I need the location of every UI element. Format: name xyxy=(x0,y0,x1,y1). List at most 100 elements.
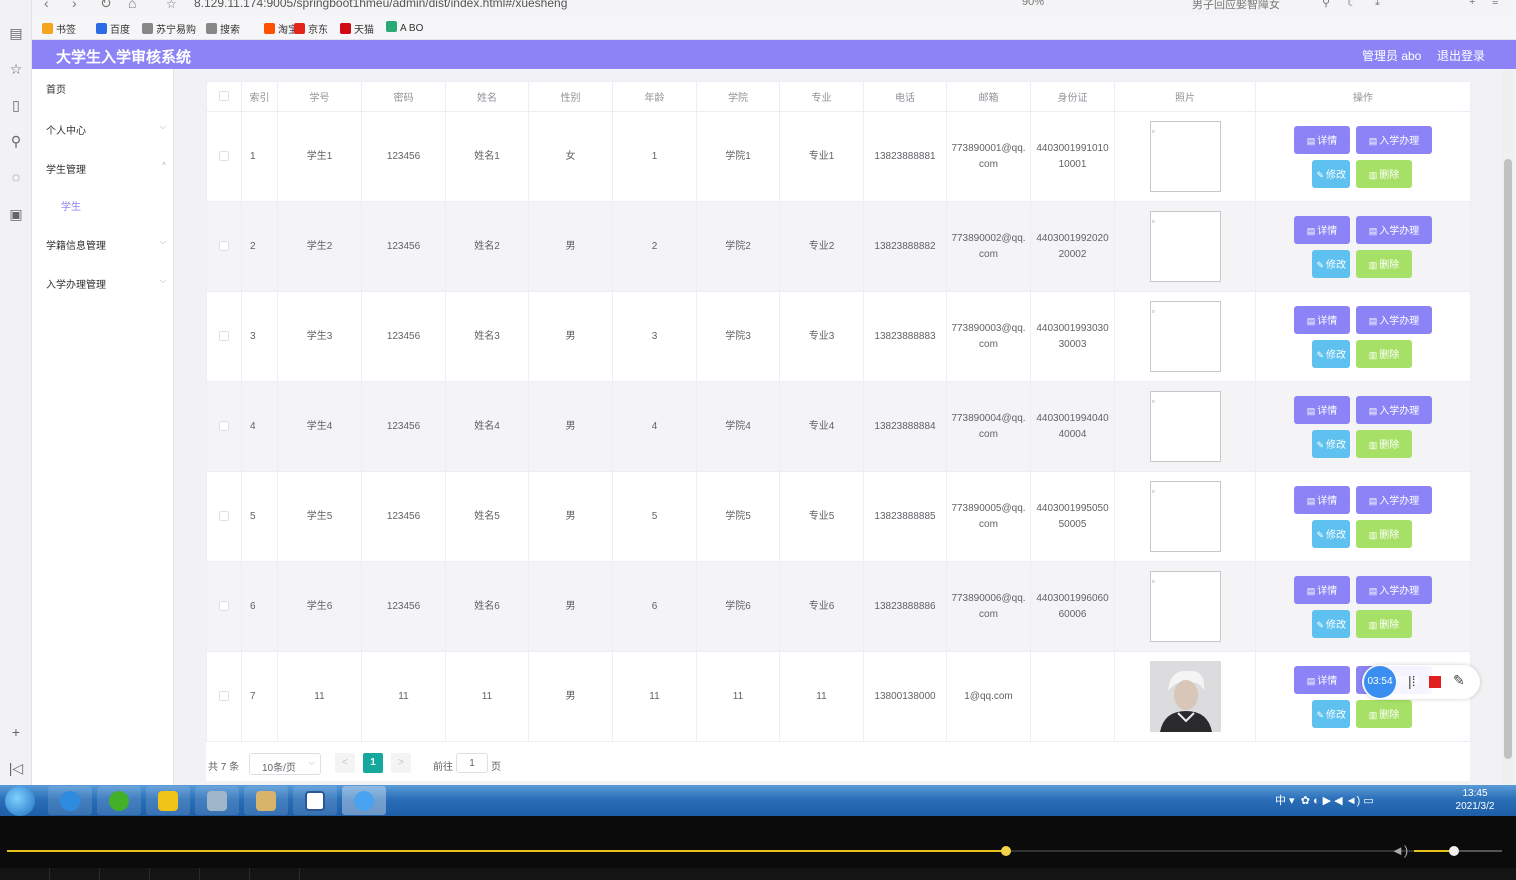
bookmark-item[interactable]: 苏宁易购 xyxy=(142,21,196,36)
ie-icon[interactable] xyxy=(48,786,92,815)
detail-button[interactable]: ▤ 详情 xyxy=(1294,305,1350,334)
clock[interactable]: 13:45 2021/3/2 xyxy=(1445,787,1505,813)
pause-icon[interactable]: |⁞ xyxy=(1408,673,1416,689)
row-checkbox[interactable] xyxy=(219,600,229,611)
pen-icon[interactable]: ✎ xyxy=(1453,672,1465,689)
bookmark-item[interactable]: 天猫 xyxy=(340,21,374,36)
row-checkbox[interactable] xyxy=(219,510,229,521)
edit-button[interactable]: ✎ 修改 xyxy=(1312,339,1350,368)
volume-handle[interactable] xyxy=(1448,846,1459,856)
favorites-star-icon[interactable]: ☆ xyxy=(7,60,25,78)
detail-button[interactable]: ▤ 详情 xyxy=(1294,575,1350,604)
admission-button[interactable]: ▤入学办理 xyxy=(1356,125,1432,154)
sidebar-item-student-management[interactable]: 学生管理 ^ xyxy=(46,161,166,176)
table-row[interactable]: 4 学生4 123456 姓名4 男 4 学院4 专业4 13823888884 77389000… xyxy=(206,381,1471,472)
row-checkbox[interactable] xyxy=(219,150,229,161)
recording-timer[interactable]: 03:54 xyxy=(1364,666,1396,698)
night-mode-icon[interactable]: ☾ xyxy=(1347,0,1357,9)
table-row[interactable]: 6 学生6 123456 姓名6 男 6 学院6 专业6 13823888886 77389000… xyxy=(206,561,1471,652)
bookmark-item[interactable]: 百度 xyxy=(96,21,130,36)
word-icon[interactable] xyxy=(293,786,337,815)
menu-icon[interactable]: ≡ xyxy=(1492,0,1498,8)
stop-icon[interactable] xyxy=(1429,676,1441,688)
edit-button[interactable]: ✎ 修改 xyxy=(1312,249,1350,278)
seek-bar[interactable] xyxy=(7,846,1502,856)
delete-button[interactable]: ▥ 删除 xyxy=(1356,249,1412,278)
admission-button[interactable]: ▤入学办理 xyxy=(1356,395,1432,424)
edit-button[interactable]: ✎ 修改 xyxy=(1312,159,1350,188)
sidebar-item-home[interactable]: 首页 xyxy=(46,81,162,96)
paint-icon[interactable] xyxy=(244,786,288,815)
bookmark-item[interactable]: 京东 xyxy=(294,21,328,36)
admission-button[interactable]: ▤入学办理 xyxy=(1356,305,1432,334)
chat-icon[interactable]: ◌ xyxy=(7,168,25,186)
scrollbar-thumb[interactable] xyxy=(1504,159,1512,759)
seek-handle[interactable] xyxy=(1000,846,1011,856)
detail-button[interactable]: ▤ 详情 xyxy=(1294,395,1350,424)
collapse-rail-icon[interactable]: |◁ xyxy=(7,759,25,777)
book-icon[interactable]: ▯ xyxy=(7,96,25,114)
admission-button[interactable]: ▤入学办理 xyxy=(1356,575,1432,604)
toolbar-search-icon[interactable]: ⚲ xyxy=(1322,0,1330,9)
translate-icon[interactable]: ▣ xyxy=(7,205,25,223)
sidebar-subitem-student[interactable]: 学生 xyxy=(61,198,81,213)
select-all-checkbox[interactable] xyxy=(219,91,229,102)
page-1-button[interactable]: 1 xyxy=(363,753,383,773)
detail-button[interactable]: ▤ 详情 xyxy=(1294,665,1350,694)
start-button[interactable] xyxy=(5,786,35,816)
input-method-indicator[interactable]: 中 xyxy=(1275,795,1286,807)
detail-button[interactable]: ▤ 详情 xyxy=(1294,125,1350,154)
table-row[interactable]: 3 学生3 123456 姓名3 男 3 学院3 专业3 13823888883 77389000… xyxy=(206,291,1471,382)
admission-button[interactable]: ▤入学办理 xyxy=(1356,485,1432,514)
sidebar-item-admission[interactable]: 入学办理管理 ⌵ xyxy=(46,276,166,291)
prev-page-button[interactable]: < xyxy=(335,753,355,773)
table-row[interactable]: 1 学生1 123456 姓名1 女 1 学院1 专业1 13823888881 77389000… xyxy=(206,111,1471,202)
bookmark-item[interactable]: 书签 xyxy=(42,21,76,36)
browser-green-icon[interactable] xyxy=(97,786,141,815)
detail-button[interactable]: ▤ 详情 xyxy=(1294,215,1350,244)
download-icon[interactable]: ⤓ xyxy=(1375,0,1380,9)
url-field[interactable]: 8.129.11.174:9005/springboot1hmeu/admin/… xyxy=(194,0,567,10)
row-checkbox[interactable] xyxy=(219,420,229,431)
delete-button[interactable]: ▥ 删除 xyxy=(1356,339,1412,368)
new-tab-icon[interactable]: + xyxy=(1469,0,1475,8)
table-row[interactable]: 5 学生5 123456 姓名5 男 5 学院5 专业5 13823888885 77389000… xyxy=(206,471,1471,562)
sidebar-item-personal-center[interactable]: 个人中心 ⌵ xyxy=(46,122,166,137)
home-icon[interactable]: ⌂ xyxy=(128,0,136,11)
delete-button[interactable]: ▥ 删除 xyxy=(1356,429,1412,458)
delete-button[interactable]: ▥ 删除 xyxy=(1356,699,1412,728)
search-icon[interactable]: ⚲ xyxy=(7,132,25,150)
delete-button[interactable]: ▥ 删除 xyxy=(1356,519,1412,548)
bookmark-item[interactable]: A BO xyxy=(386,21,423,34)
page-scrollbar[interactable] xyxy=(1502,69,1514,785)
volume-slider[interactable] xyxy=(1414,846,1502,856)
row-checkbox[interactable] xyxy=(219,690,229,701)
system-tray[interactable]: 中 ▾ ✿ ◐ ▶ ◀ ◄) ▭ xyxy=(1275,792,1374,808)
edit-button[interactable]: ✎ 修改 xyxy=(1312,699,1350,728)
add-icon[interactable]: + xyxy=(7,723,25,741)
volume-icon[interactable]: ◄) xyxy=(1391,843,1408,858)
row-checkbox[interactable] xyxy=(219,330,229,341)
page-size-select[interactable]: 10条/页 ⌵ xyxy=(249,753,321,775)
bubble-app-icon[interactable] xyxy=(342,786,386,815)
bookmark-item[interactable]: 淘宝 xyxy=(264,21,298,36)
back-icon[interactable]: ‹ xyxy=(44,0,49,11)
logout-link[interactable]: 退出登录 xyxy=(1437,47,1485,64)
row-checkbox[interactable] xyxy=(219,240,229,251)
detail-button[interactable]: ▤ 详情 xyxy=(1294,485,1350,514)
edit-button[interactable]: ✎ 修改 xyxy=(1312,609,1350,638)
bookmark-item[interactable]: 搜索 xyxy=(206,21,240,36)
delete-button[interactable]: ▥ 删除 xyxy=(1356,159,1412,188)
admission-button[interactable]: ▤入学办理 xyxy=(1356,215,1432,244)
bookmark-star-icon[interactable]: ☆ xyxy=(166,0,177,11)
edit-button[interactable]: ✎ 修改 xyxy=(1312,519,1350,548)
reader-icon[interactable]: ▤ xyxy=(7,24,25,42)
table-row[interactable]: 7111111男111111138001380001@qq.com▤详情▤入学办… xyxy=(206,651,1471,742)
goto-page-input[interactable] xyxy=(456,753,488,773)
table-row[interactable]: 2 学生2 123456 姓名2 男 2 学院2 专业2 13823888882 77389000… xyxy=(206,201,1471,292)
delete-button[interactable]: ▥ 删除 xyxy=(1356,609,1412,638)
sidebar-item-enrollment-info[interactable]: 学籍信息管理 ⌵ xyxy=(46,237,166,252)
edit-button[interactable]: ✎ 修改 xyxy=(1312,429,1350,458)
media-player-icon[interactable] xyxy=(146,786,190,815)
explorer-icon[interactable] xyxy=(195,786,239,815)
